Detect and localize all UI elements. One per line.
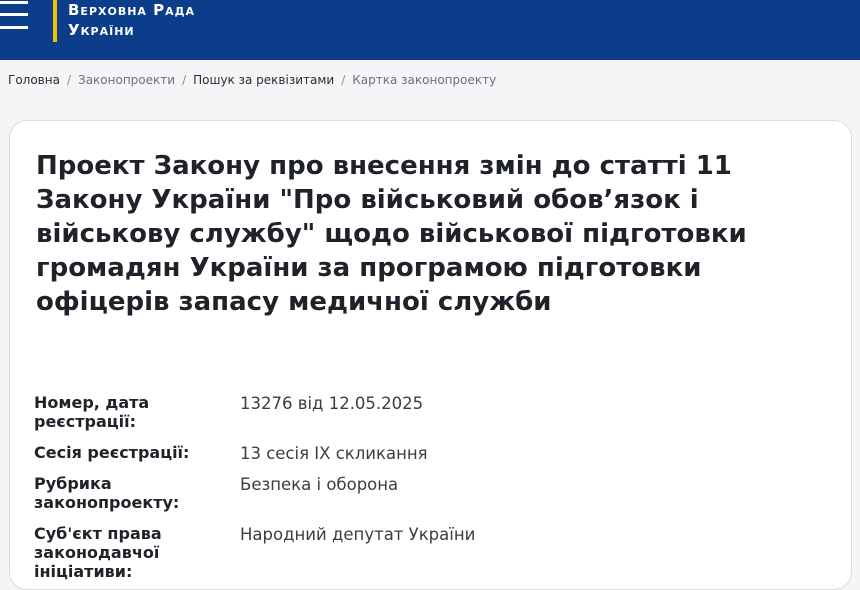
info-value: Народний депутат України bbox=[240, 525, 476, 544]
info-label: Рубрика законопроекту: bbox=[34, 474, 180, 512]
info-label: Номер, дата реєстрації: bbox=[34, 393, 150, 431]
breadcrumb-home[interactable]: Головна bbox=[8, 73, 60, 87]
info-value: 13276 від 12.05.2025 bbox=[240, 394, 424, 413]
page-title: Проект Закону про внесення змін до статт… bbox=[36, 151, 747, 317]
site-logo[interactable]: Верховна Рада України bbox=[53, 0, 195, 42]
brand-line-2: України bbox=[68, 21, 135, 39]
breadcrumb-separator: / bbox=[66, 73, 71, 87]
breadcrumb: Головна / Законопроекти / Пошук за реквізита… bbox=[8, 71, 496, 89]
breadcrumb-current: Картка законопроекту bbox=[352, 73, 497, 87]
breadcrumb-bills[interactable]: Законопроекти bbox=[78, 73, 175, 87]
breadcrumb-separator: / bbox=[341, 73, 346, 87]
brand-line-1: Верховна Рада bbox=[68, 1, 195, 19]
hamburger-menu-icon[interactable] bbox=[0, 0, 30, 34]
breadcrumb-separator: / bbox=[182, 73, 187, 87]
info-label: Сесія реєстрації: bbox=[34, 443, 190, 462]
info-value: Безпека і оборона bbox=[240, 475, 399, 494]
info-value: 13 сесія IX скликання bbox=[240, 444, 428, 463]
site-header: Верховна Рада України bbox=[0, 0, 860, 60]
breadcrumb-search[interactable]: Пошук за реквізитами bbox=[193, 73, 334, 87]
info-label: Суб'єкт права законодавчої ініціативи: bbox=[34, 524, 162, 581]
bill-card: Проект Закону про внесення змін до статт… bbox=[9, 120, 852, 590]
